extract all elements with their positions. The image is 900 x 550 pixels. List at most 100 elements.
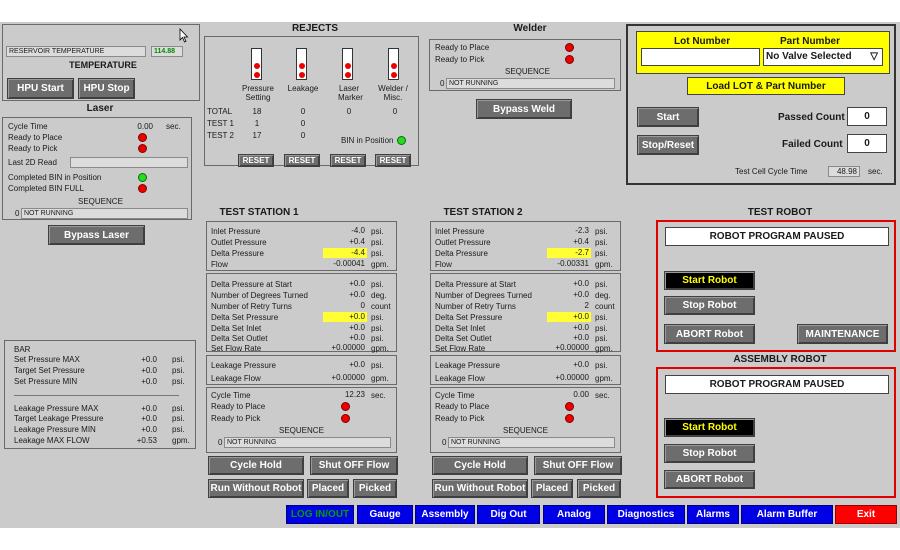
stop-reset-button[interactable]: Stop/Reset <box>637 135 699 155</box>
station-1-picked-button[interactable]: Picked <box>353 479 397 498</box>
maintenance-button[interactable]: MAINTENANCE <box>797 324 888 344</box>
laser-ready-pick-led <box>138 144 147 153</box>
reset-pressure-button[interactable]: RESET <box>238 154 274 167</box>
assembly-robot-start-button[interactable]: Start Robot <box>664 418 755 437</box>
measurement-label: Delta Pressure at Start <box>435 280 516 289</box>
measurement-unit: psi. <box>371 238 384 247</box>
hpu-start-button[interactable]: HPU Start <box>7 78 74 99</box>
assembly-robot-stop-button[interactable]: Stop Robot <box>664 444 755 463</box>
measurement-unit: psi. <box>371 313 384 322</box>
nav-diagnostics-button[interactable]: Diagnostics <box>607 505 685 524</box>
station-2-cycle-hold-button[interactable]: Cycle Hold <box>432 456 528 475</box>
start-button[interactable]: Start <box>637 107 699 127</box>
assembly-robot-abort-button[interactable]: ABORT Robot <box>664 470 755 489</box>
measurement-unit: count <box>595 302 615 311</box>
rejects-col-welder: Welder / Misc. <box>378 84 408 102</box>
station-2-sequence-number: 0 <box>442 438 447 447</box>
test-robot-start-button[interactable]: Start Robot <box>664 271 755 290</box>
lot-number-label: Lot Number <box>674 36 731 47</box>
nav-log-in-out-button[interactable]: LOG IN/OUT <box>286 505 354 524</box>
test-robot-abort-button[interactable]: ABORT Robot <box>664 324 755 344</box>
measurement-value: -2.7 <box>547 248 591 258</box>
station-2-cycle-time-label: Cycle Time <box>435 391 475 400</box>
measurement-unit: psi. <box>595 361 608 370</box>
chevron-down-icon: ▽ <box>870 51 878 62</box>
station-2-picked-button[interactable]: Picked <box>577 479 621 498</box>
measurement-value: +0.00000 <box>555 343 589 352</box>
measurement-value: 0 <box>360 301 365 310</box>
measurement-unit: gpm. <box>595 344 613 353</box>
bar-row-label: Leakage Pressure MAX <box>14 404 99 413</box>
station-1-shut-off-flow-button[interactable]: Shut OFF Flow <box>310 456 398 475</box>
failed-count-value: 0 <box>847 134 887 153</box>
nav-gauge-button[interactable]: Gauge <box>357 505 413 524</box>
bar-row-label: Leakage MAX FLOW <box>14 436 90 445</box>
test-robot-stop-button[interactable]: Stop Robot <box>664 296 755 315</box>
measurement-unit: psi. <box>371 227 384 236</box>
bypass-laser-button[interactable]: Bypass Laser <box>48 225 145 245</box>
measurement-unit: psi. <box>595 280 608 289</box>
hpu-stop-button[interactable]: HPU Stop <box>78 78 135 99</box>
nav-assembly-button[interactable]: Assembly <box>415 505 475 524</box>
measurement-value: -4.4 <box>323 248 367 258</box>
welder-sequence-number: 0 <box>440 79 445 88</box>
nav-dig-out-button[interactable]: Dig Out <box>477 505 540 524</box>
station-2-ready-pick-led <box>565 414 574 423</box>
bar-row-value: +0.0 <box>141 366 157 375</box>
station-1-placed-button[interactable]: Placed <box>307 479 349 498</box>
bypass-weld-button[interactable]: Bypass Weld <box>476 99 572 119</box>
station-1-cycle-hold-button[interactable]: Cycle Hold <box>208 456 304 475</box>
laser-sequence-field: NOT RUNNING <box>21 208 188 219</box>
bar-row-label: Target Set Pressure <box>14 366 85 375</box>
measurement-label: Leakage Flow <box>211 374 261 383</box>
station-1-run-without-robot-button[interactable]: Run Without Robot <box>208 479 304 498</box>
rejects-count: 18 <box>252 107 262 116</box>
bar-row-value: +0.0 <box>141 425 157 434</box>
station-2-shut-off-flow-button[interactable]: Shut OFF Flow <box>534 456 622 475</box>
measurement-label: Inlet Pressure <box>435 227 485 236</box>
measurement-value: +0.0 <box>573 333 589 342</box>
part-number-select[interactable]: No Valve Selected ▽ <box>763 48 883 66</box>
measurement-label: Set Flow Rate <box>435 344 486 353</box>
rejects-count: 1 <box>254 119 260 128</box>
reset-laser-button[interactable]: RESET <box>330 154 366 167</box>
measurement-label: Leakage Flow <box>435 374 485 383</box>
nav-analog-button[interactable]: Analog <box>543 505 605 524</box>
reset-welder-button[interactable]: RESET <box>375 154 411 167</box>
station-1-ready-place-led <box>341 402 350 411</box>
station-2-placed-button[interactable]: Placed <box>531 479 573 498</box>
bar-panel: BAR Set Pressure MAX +0.0 psi. Target Set P… <box>4 340 196 449</box>
nav-alarm-buffer-button[interactable]: Alarm Buffer <box>741 505 833 524</box>
bar-row-unit: psi. <box>172 355 185 364</box>
laser-ready-pick-label: Ready to Pick <box>8 144 58 153</box>
nav-alarms-button[interactable]: Alarms <box>687 505 739 524</box>
measurement-label: Delta Set Inlet <box>211 324 262 333</box>
station-1-ready-place-label: Ready to Place <box>211 402 266 411</box>
assembly-robot-title: ASSEMBLY ROBOT <box>733 354 827 365</box>
reset-leakage-button[interactable]: RESET <box>284 154 320 167</box>
bar-row-value: +0.0 <box>141 404 157 413</box>
test-cell-cycle-time-unit: sec. <box>868 167 883 176</box>
measurement-unit: gpm. <box>595 374 613 383</box>
bar-row-unit: psi. <box>172 404 185 413</box>
last-2d-read-label: Last 2D Read <box>8 158 57 167</box>
rejects-count: 0 <box>392 107 398 116</box>
measurement-value: +0.0 <box>349 333 365 342</box>
welder-ready-place-label: Ready to Place <box>435 43 490 52</box>
lot-number-input[interactable] <box>641 48 760 66</box>
bar-row-label: Leakage Pressure MIN <box>14 425 96 434</box>
station-1-cycle-time-label: Cycle Time <box>211 391 251 400</box>
measurement-label: Delta Set Outlet <box>211 334 268 343</box>
welder-ready-pick-label: Ready to Pick <box>435 55 485 64</box>
welder-panel: Ready to Place Ready to Pick SEQUENCE 0 … <box>429 39 621 91</box>
station-2-run-without-robot-button[interactable]: Run Without Robot <box>432 479 528 498</box>
rejects-panel: Pressure Setting Leakage Laser Marker We… <box>204 36 419 167</box>
nav-exit-button[interactable]: Exit <box>835 505 897 524</box>
load-lot-part-button[interactable]: Load LOT & Part Number <box>687 77 845 95</box>
reservoir-temperature-value: 114.88 <box>151 46 183 57</box>
rejects-count: 0 <box>300 119 306 128</box>
station-2-ready-place-led <box>565 402 574 411</box>
measurement-value: -0.00041 <box>333 259 365 268</box>
bar-row-value: +0.0 <box>141 355 157 364</box>
measurement-value: +0.0 <box>349 290 365 299</box>
